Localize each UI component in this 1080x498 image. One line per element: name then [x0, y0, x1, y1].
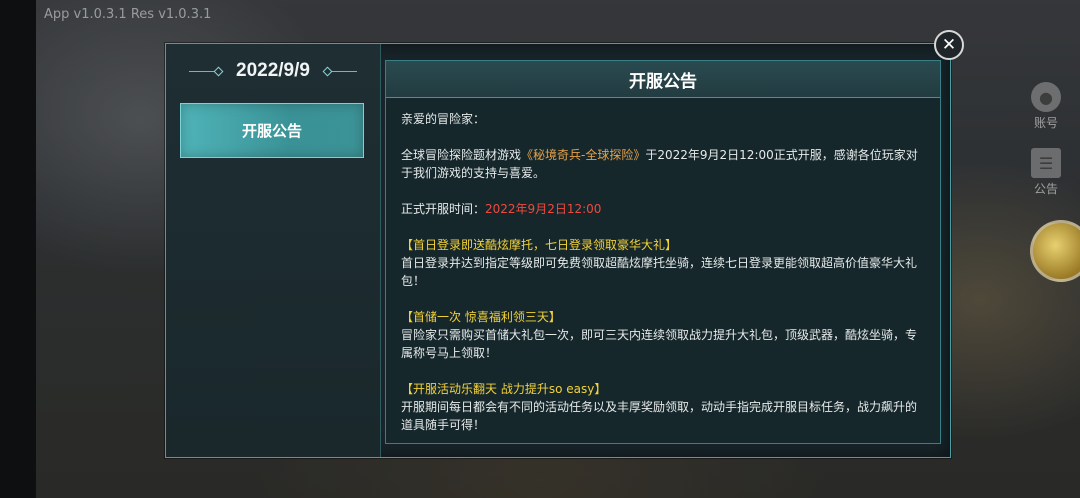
section-heading: 【开服活动乐翻天 战力提升so easy】 [401, 382, 607, 396]
section-body: 冒险家只需购买首储大礼包一次，即可三天内连续领取战力提升大礼包，顶级武器，酷炫坐… [401, 328, 918, 360]
tab-server-launch-notice[interactable]: 开服公告 [180, 103, 364, 158]
section-heading: 【首储一次 惊喜福利领三天】 [401, 310, 561, 324]
notice-label: 公告 [1033, 182, 1058, 196]
launch-time-value: 2022年9月2日12:00 [485, 202, 602, 216]
intro-paragraph: 全球冒险探险题材游戏《秘境奇兵-全球探险》于2022年9月2日12:00正式开服… [401, 146, 924, 182]
section-body: 开服期间每日都会有不同的活动任务以及丰厚奖励领取，动动手指完成开服目标任务，战力… [401, 400, 918, 432]
close-icon: ✕ [941, 34, 957, 55]
left-ornament-icon [189, 66, 224, 76]
announcement-dialog: 2022/9/9 开服公告 开服公告 亲爱的冒险家： 全球冒险探险题材游戏《秘境… [165, 43, 951, 458]
section-body: 首日登录并达到指定等级即可免费领取超酷炫摩托坐骑，连续七日登录更能领取超高价值豪… [401, 256, 918, 288]
version-text: App v1.0.3.1 Res v1.0.3.1 [44, 7, 212, 22]
panel-title: 开服公告 [386, 61, 940, 98]
dialog-sidebar: 2022/9/9 开服公告 [166, 44, 381, 457]
close-button[interactable]: ✕ [934, 30, 964, 60]
section-heading: 【首日登录即送酷炫摩托，七日登录领取豪华大礼】 [401, 238, 678, 252]
launch-time-line: 正式开服时间：2022年9月2日12:00 [401, 200, 924, 218]
greeting-text: 亲爱的冒险家： [401, 112, 486, 126]
left-edge-band [0, 0, 36, 498]
game-name: 《秘境奇兵-全球探险》 [521, 148, 646, 162]
announcement-content[interactable]: 亲爱的冒险家： 全球冒险探险题材游戏《秘境奇兵-全球探险》于2022年9月2日1… [386, 98, 940, 434]
announcement-panel: 开服公告 亲爱的冒险家： 全球冒险探险题材游戏《秘境奇兵-全球探险》于2022年… [385, 60, 941, 444]
account-label: 账号 [1033, 116, 1058, 130]
date-header: 2022/9/9 [166, 58, 380, 84]
announcement-date: 2022/9/9 [236, 60, 310, 81]
right-ornament-icon [322, 66, 357, 76]
notice-button[interactable]: ☰ 公告 [1024, 148, 1068, 197]
user-icon: ● [1031, 82, 1061, 112]
notice-board-icon: ☰ [1031, 148, 1061, 178]
intro-prefix: 全球冒险探险题材游戏 [401, 148, 522, 162]
account-button[interactable]: ● 账号 [1024, 82, 1068, 131]
launch-time-label: 正式开服时间： [401, 202, 486, 216]
